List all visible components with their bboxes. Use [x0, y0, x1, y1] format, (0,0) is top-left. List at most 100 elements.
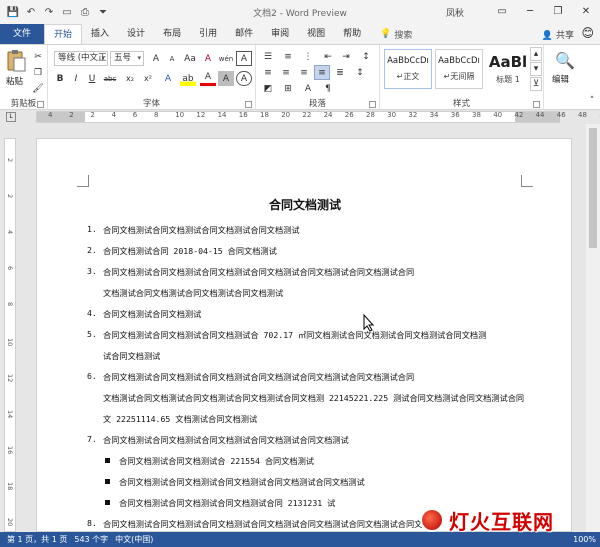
paragraph-launcher-icon[interactable] — [369, 101, 376, 108]
styles-scroll-up-icon[interactable]: ▴ — [530, 47, 542, 61]
show-marks-icon[interactable]: ¶ — [320, 81, 336, 96]
save-icon[interactable]: 💾 — [6, 5, 20, 19]
character-shading-button[interactable]: A — [218, 71, 234, 86]
ribbon-display-icon[interactable]: ▭ — [488, 0, 516, 22]
zoom-level[interactable]: 100% — [573, 535, 596, 544]
list-number[interactable]: 4. — [87, 308, 97, 318]
tab-file[interactable]: 文件 — [0, 24, 45, 44]
list-number[interactable]: 6. — [87, 371, 97, 381]
list-item-line[interactable]: 文档测试合同文档测试合同文档测试合同文档测试 — [103, 287, 283, 299]
list-item-line[interactable]: 合同文档测试合同文档测试合同文档测试合 702.17 ㎡同文档测试合同文档测试合… — [103, 329, 486, 341]
list-item-line[interactable]: 文档测试合同文档测试合同文档测试合同文档测试合同文档测 22145221.225… — [103, 392, 524, 404]
numbering-icon[interactable]: ≡ — [280, 49, 296, 64]
list-item-line[interactable]: 合同文档测试合同 2018-04-15 合同文档测试 — [103, 245, 277, 257]
language-indicator[interactable]: 中文(中国) — [115, 534, 153, 545]
subscript-button[interactable]: x₂ — [122, 71, 138, 86]
character-border-button[interactable]: A — [236, 51, 252, 66]
align-center-icon[interactable]: ≡ — [278, 65, 294, 80]
styles-launcher-icon[interactable] — [533, 101, 540, 108]
list-number[interactable]: 1. — [87, 224, 97, 234]
restore-button[interactable]: ❐ — [544, 0, 572, 22]
editing-button[interactable]: 编辑 — [552, 73, 569, 85]
word-count[interactable]: 543 个字 — [74, 534, 108, 545]
print-preview-icon[interactable]: ▭ — [60, 5, 74, 19]
tab-stop-selector[interactable]: L — [6, 112, 16, 122]
font-size-select[interactable]: 五号 ▾ — [110, 51, 144, 66]
print-icon[interactable]: ⎙ — [78, 5, 92, 19]
font-launcher-icon[interactable] — [245, 101, 252, 108]
list-item-line[interactable]: 合同文档测试合同文档测试合同文档测试合同文档测试合同文档测试合同文档测试合同 — [103, 371, 414, 383]
find-magnifier-icon[interactable]: 🔍 — [555, 51, 575, 70]
format-painter-icon[interactable]: 🖌 — [30, 81, 46, 96]
close-button[interactable]: ✕ — [572, 0, 600, 22]
bold-button[interactable]: B — [52, 71, 68, 86]
chinese-layout-icon[interactable]: A — [300, 81, 316, 96]
tab-design[interactable]: 设计 — [118, 24, 154, 44]
redo-icon[interactable]: ↷ — [42, 5, 56, 19]
paste-button[interactable]: 粘贴 — [6, 75, 23, 87]
list-item-line[interactable]: 合同文档测试合同文档测试合同文档测试合同文档测试合同文档测试合同文档测试合同 — [103, 266, 414, 278]
underline-button[interactable]: U — [84, 71, 100, 86]
decrease-indent-icon[interactable]: ⇤ — [320, 49, 336, 64]
grow-font-button[interactable]: A — [148, 51, 164, 66]
list-item-line[interactable]: 合同文档测试合同文档测试合同文档测试合同文档测试合同文档测试 — [103, 434, 349, 446]
page-count[interactable]: 第 1 页，共 1 页 — [7, 534, 67, 545]
font-color-button[interactable]: A — [200, 71, 216, 86]
list-item-line[interactable]: 试合同文档测试 — [103, 350, 160, 362]
list-item-line[interactable]: 合同文档测试合同文档测试合同文档测试合同文档测试合同文档测试合同文档测试合同文 — [103, 518, 422, 530]
italic-button[interactable]: I — [68, 71, 84, 86]
style-heading-1[interactable]: AaBl 标题 1 — [486, 49, 530, 89]
list-item-line[interactable]: 合同文档测试合同文档测试合同文档测试合同文档测试 — [103, 224, 300, 236]
tell-me-search[interactable]: 💡 搜索 — [370, 28, 412, 41]
list-number[interactable]: 3. — [87, 266, 97, 276]
multilevel-list-icon[interactable]: ⋮ — [300, 49, 316, 64]
bullet-item[interactable]: 合同文档测试合同文档测试合 221554 合同文档测试 — [119, 455, 314, 467]
borders-icon[interactable]: ⊞ — [280, 81, 296, 96]
tab-view[interactable]: 视图 — [298, 24, 334, 44]
user-name[interactable]: 凤秋 — [446, 6, 464, 19]
tab-layout[interactable]: 布局 — [154, 24, 190, 44]
document-heading[interactable]: 合同文档测试 — [37, 196, 571, 213]
align-right-icon[interactable]: ≡ — [296, 65, 312, 80]
bullet-item[interactable]: 合同文档测试合同文档测试合同文档测试合同文档测试合同文档测试 — [119, 476, 365, 488]
justify-icon[interactable]: ≡ — [314, 65, 330, 80]
tab-help[interactable]: 帮助 — [334, 24, 370, 44]
clipboard-launcher-icon[interactable] — [37, 101, 44, 108]
vertical-scrollbar[interactable] — [586, 124, 600, 532]
shading-icon[interactable]: ◩ — [260, 81, 276, 96]
bullets-icon[interactable]: ☰ — [260, 49, 276, 64]
change-case-button[interactable]: Aa — [182, 51, 198, 66]
styles-scroll-down-icon[interactable]: ▾ — [530, 62, 542, 76]
line-spacing-icon[interactable]: ↕ — [352, 65, 368, 80]
collapse-ribbon-icon[interactable]: ˄ — [584, 93, 600, 108]
style-normal[interactable]: AaBbCcDı ↵正文 — [384, 49, 432, 89]
tab-home[interactable]: 开始 — [44, 23, 83, 45]
customize-toolbar-icon[interactable]: ⏷ — [96, 5, 110, 19]
distributed-icon[interactable]: ≣ — [332, 65, 348, 80]
strikethrough-button[interactable]: abc — [102, 71, 118, 86]
bullet-item[interactable]: 合同文档测试合同文档测试合同文档测试合同 2131231 试 — [119, 497, 335, 509]
increase-indent-icon[interactable]: ⇥ — [338, 49, 354, 64]
share-button[interactable]: 👤 共享 — [542, 28, 574, 41]
phonetic-guide-button[interactable]: wén — [218, 51, 234, 66]
list-number[interactable]: 7. — [87, 434, 97, 444]
cut-icon[interactable]: ✂ — [30, 49, 46, 64]
scrollbar-thumb[interactable] — [589, 128, 597, 248]
list-number[interactable]: 2. — [87, 245, 97, 255]
superscript-button[interactable]: x² — [140, 71, 156, 86]
tab-references[interactable]: 引用 — [190, 24, 226, 44]
smiley-feedback-icon[interactable]: 😊 — [581, 26, 594, 40]
tab-review[interactable]: 审阅 — [262, 24, 298, 44]
sort-icon[interactable]: ↕ — [358, 49, 374, 64]
document-page[interactable]: 合同文档测试 1. 合同文档测试合同文档测试合同文档测试合同文档测试 2. 合同文档测… — [36, 138, 572, 532]
list-number[interactable]: 5. — [87, 329, 97, 339]
minimize-button[interactable]: ─ — [516, 0, 544, 22]
paste-icon[interactable] — [6, 49, 26, 73]
list-item-line[interactable]: 文 22251114.65 文档测试合同文档测试 — [103, 413, 257, 425]
shrink-font-button[interactable]: A — [164, 51, 180, 66]
style-no-spacing[interactable]: AaBbCcDı ↵无间隔 — [435, 49, 483, 89]
undo-icon[interactable]: ↶ — [24, 5, 38, 19]
highlight-button[interactable]: ab — [180, 71, 196, 86]
enclose-characters-button[interactable]: A — [236, 71, 252, 86]
text-effects-button[interactable]: A — [160, 71, 176, 86]
